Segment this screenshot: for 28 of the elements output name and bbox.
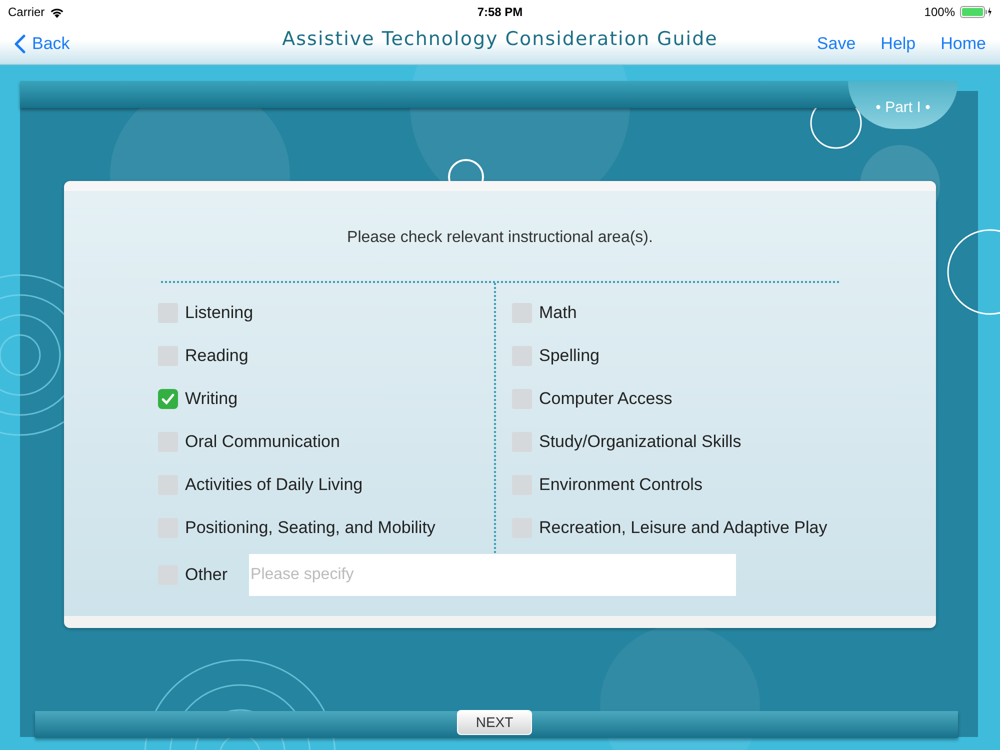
nav-link[interactable]: Home — [940, 34, 986, 54]
checkbox-label: Computer Access — [539, 388, 672, 408]
specify-field[interactable]: Please specify — [248, 554, 736, 596]
next-button[interactable]: NEXT — [457, 710, 532, 734]
checkbox-label: Writing — [185, 388, 238, 408]
checkbox-label: Reading — [185, 346, 248, 366]
checkbox-label: Oral Communication — [185, 432, 340, 452]
battery-percent: 100% — [924, 5, 955, 19]
nav-link[interactable]: Save — [816, 34, 856, 54]
checkbox-label: Spelling — [539, 346, 600, 366]
checkbox-label: Recreation, Leisure and Adaptive Play — [539, 518, 828, 538]
checkbox-label: Environment Controls — [539, 474, 702, 494]
chevron-left-icon — [14, 34, 26, 54]
checkbox-label: Math — [539, 302, 577, 322]
app-title: Assistive Technology Consideration Guide — [282, 28, 718, 50]
battery-icon — [960, 6, 992, 18]
instruction-text: Please check relevant instructional area(s). — [347, 229, 653, 247]
carrier-label: Carrier — [8, 5, 45, 19]
nav-link[interactable]: Help — [880, 34, 916, 54]
checkbox-label: Other — [185, 564, 228, 584]
wifi-icon — [50, 6, 64, 18]
checkbox-label: Activities of Daily Living — [185, 474, 363, 494]
checkbox-label: Study/Organizational Skills — [539, 432, 742, 452]
checkbox[interactable] — [158, 388, 178, 408]
back-button[interactable]: Back — [14, 34, 70, 54]
checkbox-label: Positioning, Seating, and Mobility — [185, 518, 436, 538]
checkbox-label: Listening — [185, 302, 254, 322]
clock-time: 7:58 PM — [477, 5, 523, 19]
